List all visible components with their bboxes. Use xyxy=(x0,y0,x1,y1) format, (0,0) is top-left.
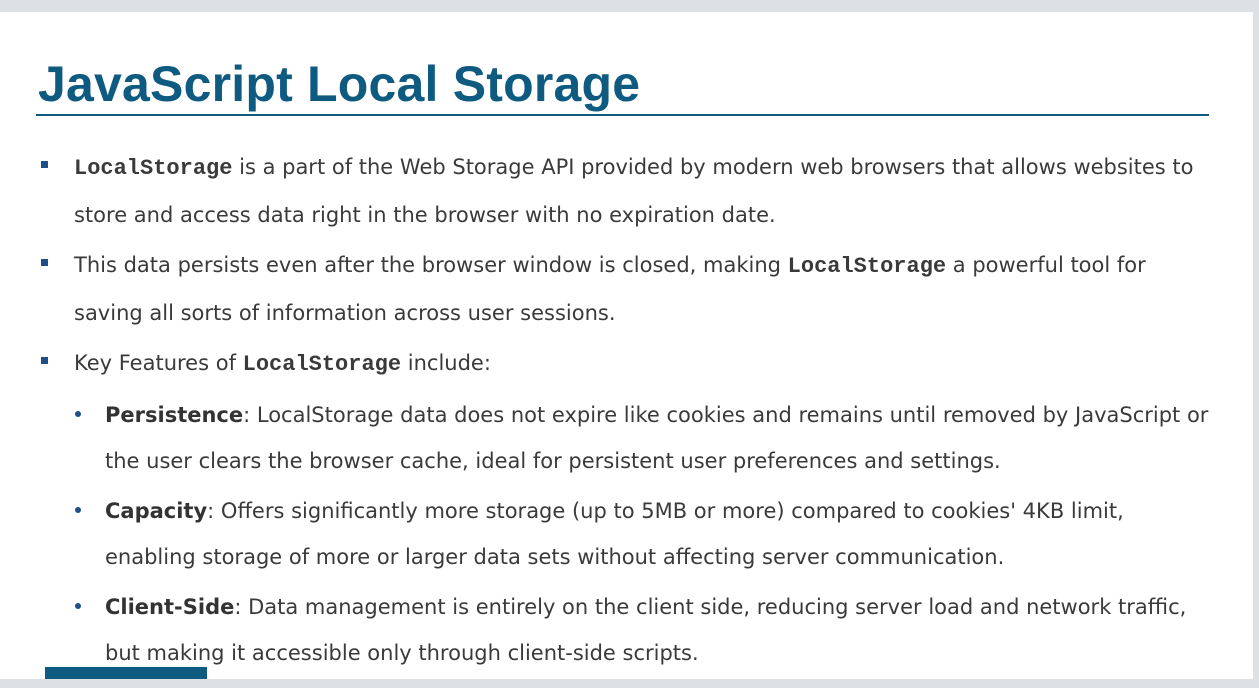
square-bullet-icon xyxy=(41,357,48,364)
feature-item: Persistence: LocalStorage data does not … xyxy=(0,392,1215,484)
feature-item: Capacity: Offers significantly more stor… xyxy=(0,488,1215,580)
bullet-text: This data persists even after the browse… xyxy=(74,253,788,277)
bullet-item: This data persists even after the browse… xyxy=(0,242,1214,336)
round-bullet-icon xyxy=(75,411,81,417)
feature-term: Client-Side xyxy=(105,595,235,619)
code-term: LocalStorage xyxy=(74,156,233,181)
round-bullet-icon xyxy=(75,507,81,513)
title-underline xyxy=(36,114,1209,116)
feature-text: : Offers significantly more storage (up … xyxy=(105,499,1124,569)
bullet-item: Key Features of LocalStorage include: xyxy=(0,340,1214,388)
slide-content: LocalStorage is a part of the Web Storag… xyxy=(0,144,1253,676)
round-bullet-icon xyxy=(75,603,81,609)
square-bullet-icon xyxy=(41,161,48,168)
slide: JavaScript Local Storage LocalStorage is… xyxy=(0,12,1253,679)
slide-title: JavaScript Local Storage xyxy=(38,56,641,112)
feature-item: Client-Side: Data management is entirely… xyxy=(0,584,1215,676)
feature-text: : Data management is entirely on the cli… xyxy=(105,595,1187,665)
bullet-text: is a part of the Web Storage API provide… xyxy=(74,155,1194,227)
feature-term: Capacity xyxy=(105,499,208,523)
square-bullet-icon xyxy=(41,259,48,266)
bullet-text: Key Features of xyxy=(74,351,243,375)
footer-accent-bar xyxy=(45,667,207,679)
code-term: LocalStorage xyxy=(242,352,402,377)
code-term: LocalStorage xyxy=(787,254,947,279)
feature-term: Persistence xyxy=(105,403,244,427)
feature-text: : LocalStorage data does not expire like… xyxy=(105,403,1209,473)
bullet-item: LocalStorage is a part of the Web Storag… xyxy=(0,144,1214,238)
bullet-text: include: xyxy=(401,351,491,375)
